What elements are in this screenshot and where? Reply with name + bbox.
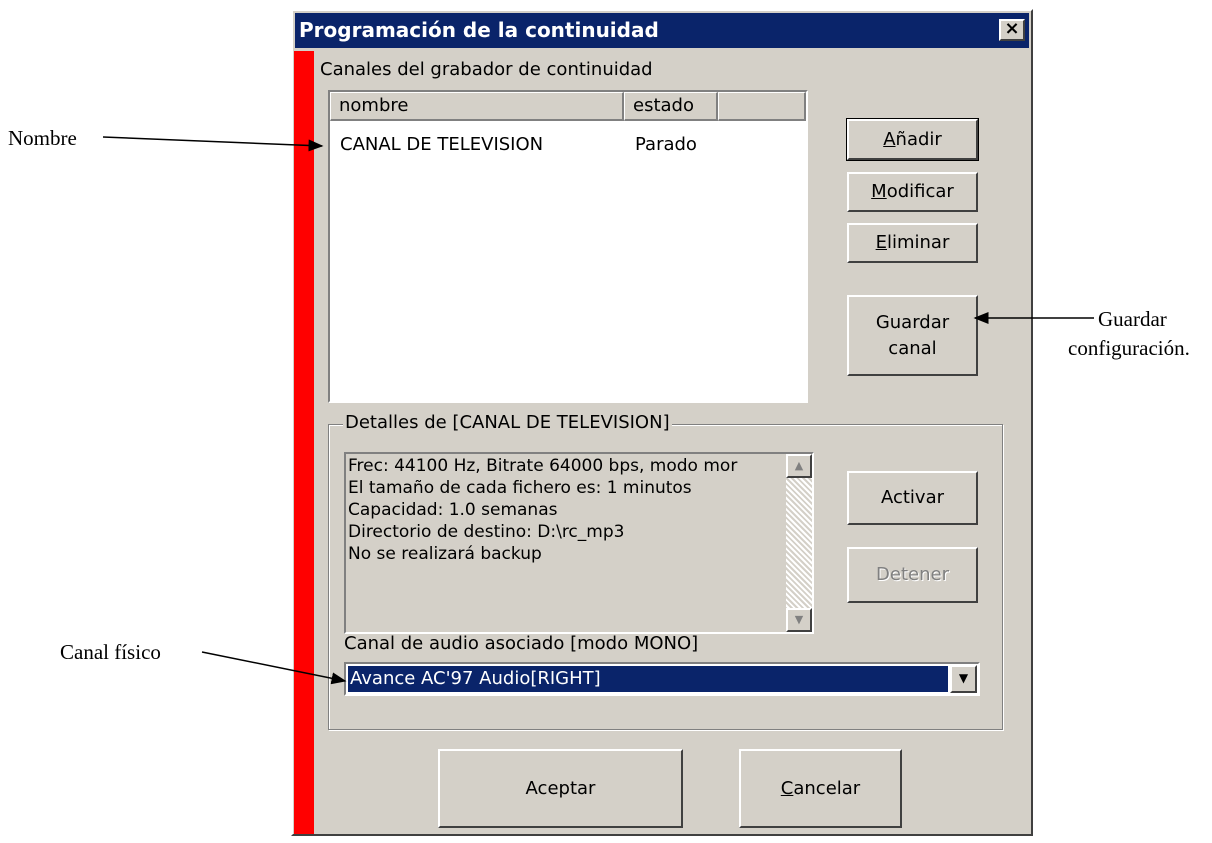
add-button[interactable]: Añadir (846, 118, 979, 161)
channels-section-label: Canales del grabador de continuidad (320, 59, 653, 80)
annotation-nombre: Nombre (8, 126, 77, 150)
annotation-guardar-line2: configuración. (1068, 336, 1190, 360)
arrow-nombre (102, 136, 324, 152)
cancel-button[interactable]: Cancelar (739, 749, 902, 828)
audio-channel-label: Canal de audio asociado [modo MONO] (344, 633, 699, 654)
scroll-up-icon: ▲ (794, 459, 804, 472)
delete-button-label: Eliminar (875, 232, 950, 253)
delete-button[interactable]: Eliminar (847, 223, 978, 263)
red-side-bar (294, 51, 314, 834)
details-group-label: Detalles de [CANAL DE TELEVISION] (343, 412, 672, 433)
audio-channel-dropdown-button[interactable]: ▼ (950, 665, 977, 693)
audio-channel-selected-value: Avance AC'97 Audio[RIGHT] (347, 665, 949, 693)
stop-button[interactable]: Detener (847, 547, 978, 603)
details-text[interactable]: Frec: 44100 Hz, Bitrate 64000 bps, modo … (344, 452, 814, 634)
channels-list[interactable]: nombre estado CANAL DE TELEVISION Parado (328, 90, 808, 403)
annotation-canal-fisico: Canal físico (60, 640, 161, 664)
title-bar[interactable]: Programación de la continuidad × (295, 13, 1029, 48)
cell-nombre: CANAL DE TELEVISION (340, 134, 544, 155)
continuity-dialog: Programación de la continuidad × Canales… (291, 9, 1033, 836)
column-header-nombre[interactable]: nombre (330, 92, 624, 121)
save-channel-button[interactable]: Guardar canal (847, 295, 978, 376)
scroll-down-button[interactable]: ▼ (786, 608, 812, 632)
details-line: El tamaño de cada fichero es: 1 minutos (348, 478, 692, 498)
details-scrollbar[interactable]: ▲ ▼ (786, 454, 812, 632)
close-button[interactable]: × (999, 19, 1025, 41)
details-line: Frec: 44100 Hz, Bitrate 64000 bps, modo … (348, 456, 738, 476)
cell-estado: Parado (635, 134, 697, 155)
column-header-empty (718, 92, 806, 121)
modify-button[interactable]: Modificar (847, 172, 978, 212)
accept-button[interactable]: Aceptar (438, 749, 683, 828)
audio-channel-select[interactable]: Avance AC'97 Audio[RIGHT] ▼ (344, 662, 980, 696)
scroll-up-button[interactable]: ▲ (786, 454, 812, 478)
chevron-down-icon: ▼ (958, 671, 969, 685)
activate-button[interactable]: Activar (847, 471, 978, 525)
details-line: Directorio de destino: D:\rc_mp3 (348, 522, 625, 542)
modify-button-label: Modificar (871, 181, 954, 202)
window-title: Programación de la continuidad (299, 18, 659, 42)
column-header-estado[interactable]: estado (624, 92, 718, 121)
details-line: Capacidad: 1.0 semanas (348, 500, 558, 520)
add-button-label: Añadir (883, 128, 942, 150)
cancel-button-label: Cancelar (780, 777, 861, 799)
scroll-down-icon: ▼ (794, 613, 804, 626)
annotation-guardar-line1: Guardar (1098, 307, 1167, 331)
close-icon: × (1004, 18, 1020, 39)
details-line: No se realizará backup (348, 544, 542, 564)
